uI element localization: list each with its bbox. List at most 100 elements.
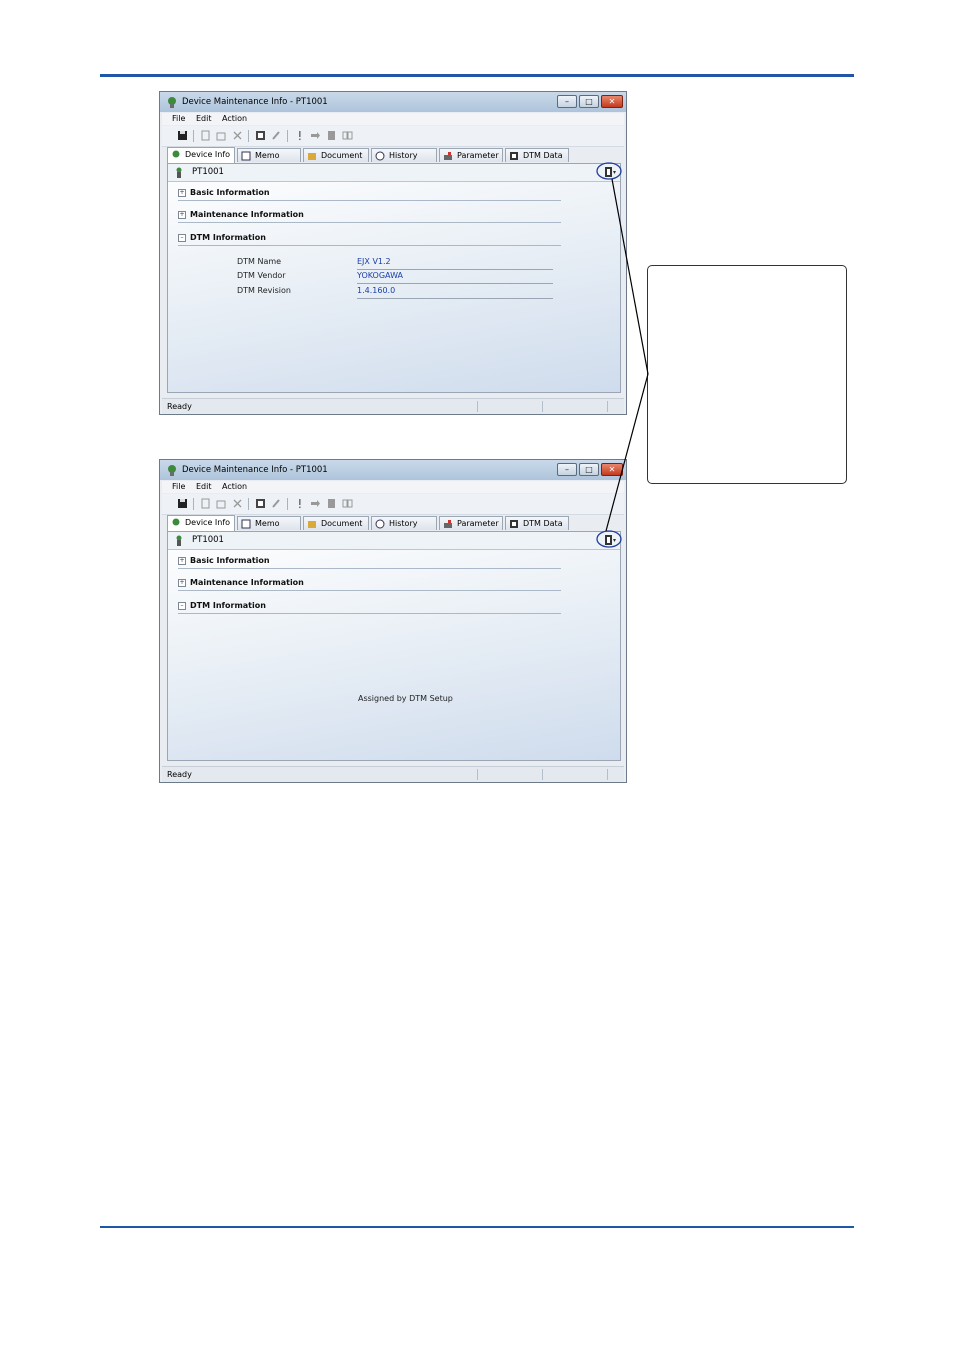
toolbar-separator	[287, 130, 288, 142]
device-maintenance-window-2: Device Maintenance Info - PT1001 – □ ✕ F…	[159, 459, 627, 783]
window-title: Device Maintenance Info - PT1001	[182, 465, 328, 475]
pencil-icon[interactable]	[271, 498, 282, 509]
expand-icon[interactable]: +	[178, 211, 186, 219]
tab-label: DTM Data	[523, 151, 563, 160]
section-maintenance-information[interactable]: + Maintenance Information	[178, 210, 561, 223]
display-mode-button[interactable]	[604, 534, 617, 546]
document-icon[interactable]	[326, 498, 337, 509]
dtm-name-label: DTM Name	[237, 257, 282, 266]
section-title: Basic Information	[190, 556, 270, 565]
tab-device-info[interactable]: Device Info	[167, 147, 235, 163]
status-divider	[607, 769, 608, 780]
app-icon	[168, 97, 176, 108]
top-rule	[100, 74, 854, 77]
delete-icon[interactable]	[232, 130, 243, 141]
section-title: DTM Information	[190, 233, 266, 242]
expand-icon[interactable]: +	[178, 557, 186, 565]
display-mode-button[interactable]	[604, 166, 617, 178]
tab-label: Parameter	[457, 519, 499, 528]
title-bar[interactable]: Device Maintenance Info - PT1001 – □ ✕	[160, 92, 626, 112]
menu-file[interactable]: File	[172, 482, 185, 491]
title-bar[interactable]: Device Maintenance Info - PT1001 – □ ✕	[160, 460, 626, 480]
tab-dtm-data[interactable]: DTM Data	[505, 148, 569, 162]
device-info-panel: PT1001 + Basic Information + Maintenance…	[167, 163, 621, 393]
close-button[interactable]: ✕	[601, 95, 623, 108]
device-info-icon	[172, 150, 180, 158]
maximize-icon: □	[585, 97, 593, 106]
forward-icon[interactable]	[310, 130, 321, 141]
maximize-button[interactable]: □	[579, 95, 599, 108]
tab-label: Memo	[255, 519, 280, 528]
toolbar	[162, 494, 624, 515]
menu-action[interactable]: Action	[222, 114, 247, 123]
menu-edit[interactable]: Edit	[196, 114, 212, 123]
device-maintenance-window-1: Device Maintenance Info - PT1001 – □ ✕ F…	[159, 91, 627, 415]
exclamation-icon[interactable]	[294, 130, 305, 141]
properties-icon[interactable]	[255, 130, 266, 141]
section-title: Maintenance Information	[190, 210, 304, 219]
section-basic-information[interactable]: + Basic Information	[178, 188, 561, 201]
toolbar-separator	[248, 130, 249, 142]
tab-history[interactable]: History	[371, 516, 437, 530]
exclamation-icon[interactable]	[294, 498, 305, 509]
tab-dtm-data[interactable]: DTM Data	[505, 516, 569, 530]
section-dtm-information[interactable]: – DTM Information	[178, 233, 561, 246]
edit-icon[interactable]	[216, 130, 227, 141]
tab-memo[interactable]: Memo	[237, 148, 301, 162]
delete-icon[interactable]	[232, 498, 243, 509]
tab-parameter[interactable]: Parameter	[439, 148, 503, 162]
menu-file[interactable]: File	[172, 114, 185, 123]
tab-device-info[interactable]: Device Info	[167, 515, 235, 531]
dtm-revision-value: 1.4.160.0	[357, 286, 553, 299]
expand-icon[interactable]: +	[178, 189, 186, 197]
forward-icon[interactable]	[310, 498, 321, 509]
tab-label: Device Info	[185, 150, 231, 159]
compare-icon[interactable]	[342, 498, 353, 509]
device-name: PT1001	[192, 535, 224, 545]
collapse-icon[interactable]: –	[178, 234, 186, 242]
section-basic-information[interactable]: + Basic Information	[178, 556, 561, 569]
tab-document[interactable]: Document	[303, 516, 369, 530]
tab-history[interactable]: History	[371, 148, 437, 162]
new-icon[interactable]	[200, 498, 211, 509]
compare-icon[interactable]	[342, 130, 353, 141]
assigned-by-text: Assigned by DTM Setup	[358, 694, 453, 703]
save-icon[interactable]	[177, 130, 188, 141]
tab-parameter[interactable]: Parameter	[439, 516, 503, 530]
save-icon[interactable]	[177, 498, 188, 509]
toolbar-separator	[193, 498, 194, 510]
toolbar-separator	[248, 498, 249, 510]
status-divider	[542, 769, 543, 780]
minimize-button[interactable]: –	[557, 95, 577, 108]
status-divider	[477, 401, 478, 412]
section-dtm-information[interactable]: – DTM Information	[178, 601, 561, 614]
tab-label: Device Info	[185, 518, 231, 527]
dtm-data-icon	[510, 152, 518, 160]
window-title: Device Maintenance Info - PT1001	[182, 97, 328, 107]
parameter-icon	[444, 520, 452, 528]
history-icon	[375, 519, 385, 529]
tab-label: Document	[321, 519, 363, 528]
device-icon	[176, 167, 182, 178]
document-icon[interactable]	[326, 130, 337, 141]
menu-bar: File Edit Action	[162, 481, 624, 493]
menu-action[interactable]: Action	[222, 482, 247, 491]
toolbar-separator	[287, 498, 288, 510]
tab-document[interactable]: Document	[303, 148, 369, 162]
collapse-icon[interactable]: –	[178, 602, 186, 610]
properties-icon[interactable]	[255, 498, 266, 509]
document-folder-icon	[308, 153, 316, 160]
pencil-icon[interactable]	[271, 130, 282, 141]
expand-icon[interactable]: +	[178, 579, 186, 587]
menu-bar: File Edit Action	[162, 113, 624, 125]
close-button[interactable]: ✕	[601, 463, 623, 476]
tab-label: Document	[321, 151, 363, 160]
tab-memo[interactable]: Memo	[237, 516, 301, 530]
section-maintenance-information[interactable]: + Maintenance Information	[178, 578, 561, 591]
menu-edit[interactable]: Edit	[196, 482, 212, 491]
maximize-button[interactable]: □	[579, 463, 599, 476]
minimize-button[interactable]: –	[557, 463, 577, 476]
edit-icon[interactable]	[216, 498, 227, 509]
minimize-icon: –	[565, 97, 569, 106]
new-icon[interactable]	[200, 130, 211, 141]
